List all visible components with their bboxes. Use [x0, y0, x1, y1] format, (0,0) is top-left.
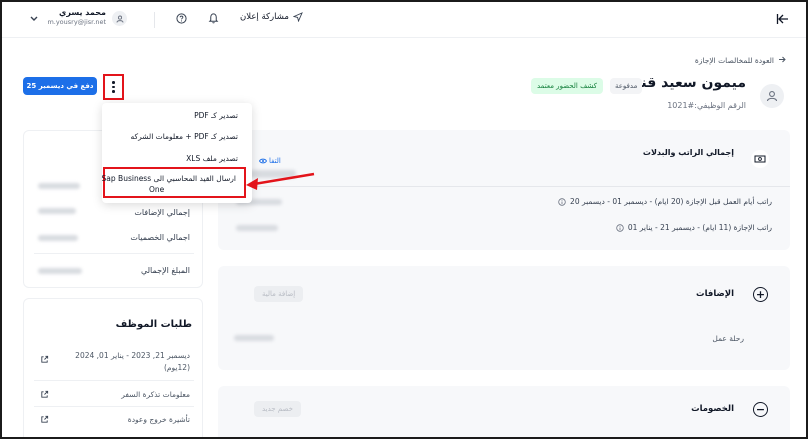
collapse-icon[interactable] — [776, 12, 790, 26]
user-icon — [116, 15, 123, 23]
user-name: محمد يسري — [59, 8, 106, 17]
salary-line-leave-days: راتب الإجازة (11 ايام) - ديسمبر 21 - ينا… — [616, 223, 772, 232]
export-dropdown-menu: تصدير كـ PDF تصدير كـ PDF + معلومات الشر… — [102, 103, 252, 203]
employee-id: الرقم الوظيفي:#1021 — [667, 101, 746, 110]
plus-icon[interactable]: + — [753, 287, 768, 302]
list-item[interactable]: ديسمبر 21, 2023 - يناير 01, 2024 (12يوم) — [34, 347, 194, 381]
list-item[interactable]: معلومات تذكرة السفر — [34, 383, 194, 407]
bell-icon[interactable] — [208, 12, 219, 24]
help-icon[interactable] — [176, 13, 187, 24]
more-actions-button[interactable] — [103, 74, 124, 100]
send-icon — [292, 12, 303, 22]
annotation-arrow-icon — [246, 172, 315, 190]
user-menu[interactable]: محمد يسري m.yousry@jisr.net — [46, 8, 106, 26]
menu-item-send-sap-label-2: One — [149, 185, 165, 194]
request-duration: (12يوم) — [163, 363, 190, 372]
breadcrumb-back-label: العودة للمخالصات الإجازة — [694, 56, 774, 65]
request-travel-ticket: معلومات تذكرة السفر — [121, 390, 190, 399]
blurred-value — [38, 183, 80, 189]
blurred-value — [234, 335, 274, 341]
eye-icon — [259, 158, 267, 164]
menu-item-export-pdf-company[interactable]: تصدير كـ PDF + معلومات الشركه — [130, 132, 238, 141]
details-link[interactable]: التفا — [259, 157, 281, 165]
top-bar: محمد يسري m.yousry@jisr.net مشاركة إعلان — [2, 2, 806, 38]
pay-button[interactable]: دفع في ديسمبر 25 — [23, 77, 97, 95]
minus-icon[interactable]: − — [753, 402, 768, 417]
additions-title: الإضافات — [696, 289, 734, 299]
blurred-value — [236, 225, 278, 231]
request-exit-reentry-visa: تأشيرة خروج وعودة — [127, 415, 190, 424]
user-email: m.yousry@jisr.net — [47, 18, 106, 26]
menu-item-export-pdf[interactable]: تصدير كـ PDF — [194, 111, 238, 120]
salary-icon — [751, 150, 769, 168]
menu-item-send-sap[interactable]: ارسال القيد المحاسبي الى Sap Business On… — [101, 167, 246, 198]
share-label: مشاركة إعلان — [240, 12, 289, 22]
request-dates: ديسمبر 21, 2023 - يناير 01, 2024 — [75, 351, 190, 360]
external-link-icon[interactable] — [40, 415, 49, 424]
user-icon — [766, 91, 778, 102]
deductions-title: الخصومات — [691, 404, 734, 414]
breadcrumb[interactable]: العودة للمخالصات الإجازة — [695, 56, 786, 65]
new-deduction-button[interactable]: خصم جديد — [254, 401, 301, 417]
status-badge-attendance: كشف الحضور معتمد — [531, 78, 603, 94]
blurred-value — [38, 235, 78, 241]
salary-title: إجمالي الراتب والبدلات — [642, 148, 734, 157]
additions-card: + الإضافات إضافة مالية رحلة عمل — [218, 266, 790, 370]
blurred-value — [38, 208, 76, 214]
share-announcement-button[interactable]: مشاركة إعلان — [240, 12, 303, 22]
arrow-right-icon — [778, 56, 786, 65]
addition-item-business-trip: رحلة عمل — [712, 334, 744, 343]
app-frame: محمد يسري m.yousry@jisr.net مشاركة إعلان… — [0, 0, 808, 439]
employee-avatar — [760, 84, 784, 108]
info-icon[interactable] — [558, 197, 566, 206]
salary-line-leave-days-text: راتب الإجازة (11 ايام) - ديسمبر 21 - ينا… — [627, 223, 772, 232]
summary-total-label: المبلغ الإجمالي — [140, 266, 190, 275]
info-icon[interactable] — [616, 223, 624, 232]
requests-title: طلبات الموظف — [115, 319, 192, 330]
external-link-icon[interactable] — [40, 355, 49, 364]
external-link-icon[interactable] — [40, 390, 49, 399]
divider — [154, 12, 155, 28]
deductions-card: − الخصومات خصم جديد — [218, 386, 790, 437]
details-link-label: التفا — [269, 157, 281, 165]
salary-line-work-days-text: راتب أيام العمل قبل الإجازة (20 ايام) - … — [570, 197, 772, 206]
salary-line-work-days: راتب أيام العمل قبل الإجازة (20 ايام) - … — [558, 197, 772, 206]
status-badge-paid: مدفوعة — [610, 78, 643, 94]
employee-requests-card: طلبات الموظف ديسمبر 21, 2023 - يناير 01,… — [23, 298, 203, 437]
list-item[interactable]: تأشيرة خروج وعودة — [34, 409, 194, 433]
kebab-icon — [112, 81, 115, 93]
summary-additions-label: إجمالي الإضافات — [134, 208, 190, 217]
add-financial-button[interactable]: إضافة مالية — [254, 286, 304, 302]
summary-deductions-label: اجمالي الخصميات — [130, 233, 190, 242]
user-avatar[interactable] — [112, 11, 127, 26]
menu-item-export-xls[interactable]: تصدير ملف XLS — [186, 154, 238, 163]
chevron-down-icon[interactable] — [30, 14, 38, 25]
divider — [34, 253, 194, 254]
blurred-value — [38, 268, 82, 274]
menu-item-send-sap-label: ارسال القيد المحاسبي الى Sap Business — [101, 174, 236, 183]
